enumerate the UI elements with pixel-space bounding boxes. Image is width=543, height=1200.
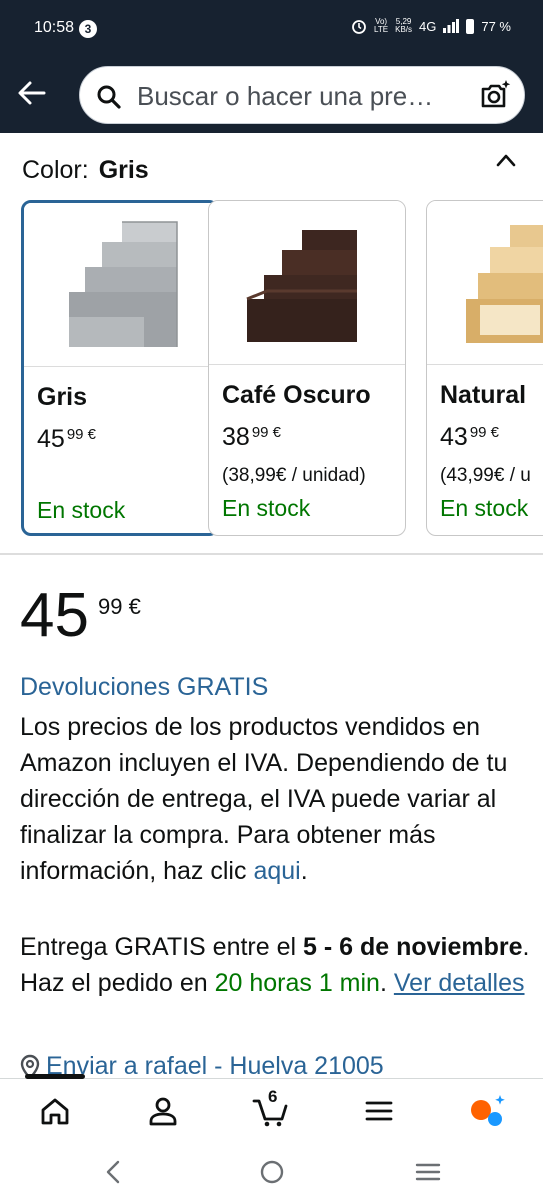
vat-info-link[interactable]: aqui [253, 857, 300, 885]
swatch-price: 38 99 € [222, 423, 282, 451]
active-tab-indicator [25, 1074, 85, 1079]
chevron-up-icon[interactable] [495, 152, 517, 168]
status-bar: 10:58 3 Vo) LTE 5,29 KB/s 4G 77 % [0, 0, 543, 60]
notification-count-badge: 3 [79, 20, 97, 38]
network-type: 4G [419, 18, 437, 34]
signal-icon [443, 19, 460, 33]
swatch-name: Gris [37, 383, 88, 411]
search-icon [97, 85, 121, 109]
system-recents-icon[interactable] [414, 1158, 442, 1186]
rufus-assistant-icon[interactable] [467, 1091, 507, 1131]
unit-price: (38,99€ / unidad) [222, 465, 366, 486]
price-whole: 45 [20, 581, 89, 650]
swatch-natural[interactable]: Natural 43 99 € (43,99€ / u En stock [426, 200, 543, 536]
battery-level: 77 % [481, 18, 511, 34]
swatch-price: 45 99 € [37, 425, 97, 453]
color-swatches[interactable]: Gris 45 99 € En stock Café Oscuro 38 99 € … [21, 200, 543, 536]
product-image-gris [24, 203, 216, 367]
home-icon[interactable] [35, 1091, 75, 1131]
system-home-icon[interactable] [258, 1158, 286, 1186]
app-header: Buscar o hacer una pre… [0, 60, 543, 133]
back-arrow-icon[interactable] [16, 78, 48, 108]
color-selector-label: Color: Gris [22, 156, 149, 185]
status-icons: Vo) LTE 5,29 KB/s 4G 77 % [351, 18, 511, 34]
price-fraction: 99 € [98, 594, 141, 619]
network-speed: 5,29 KB/s [395, 17, 413, 34]
delivery-info: Entrega GRATIS entre el 5 - 6 de noviemb… [20, 933, 530, 997]
system-navigation-bar [0, 1140, 543, 1200]
stock-status: En stock [222, 495, 311, 521]
camera-search-icon[interactable] [479, 79, 511, 111]
selected-color: Gris [98, 156, 149, 184]
delivery-dates: 5 - 6 de noviembre [303, 933, 523, 961]
alarm-icon [352, 20, 366, 34]
cart-button[interactable]: 6 [251, 1087, 291, 1131]
status-time: 10:58 [34, 19, 75, 36]
vat-info: Los precios de los productos vendidos en… [20, 713, 508, 885]
stock-status: En stock [37, 497, 126, 523]
stock-status: En stock [440, 495, 529, 521]
order-countdown: 20 horas 1 min [214, 969, 380, 997]
menu-icon[interactable] [359, 1091, 399, 1131]
product-image-cafe-oscuro [209, 201, 405, 365]
swatch-cafe-oscuro[interactable]: Café Oscuro 38 99 € (38,99€ / unidad) En … [208, 200, 406, 536]
volte-indicator: Vo) LTE [374, 17, 389, 34]
system-back-icon[interactable] [100, 1158, 128, 1186]
section-divider [0, 553, 543, 555]
unit-price: (43,99€ / u [440, 465, 531, 486]
swatch-name: Café Oscuro [222, 381, 371, 409]
swatch-name: Natural [440, 381, 527, 409]
free-returns-link[interactable]: Devoluciones GRATIS [20, 673, 268, 702]
cart-count: 6 [268, 1087, 278, 1106]
search-input[interactable]: Buscar o hacer una pre… [79, 66, 525, 124]
swatch-price: 43 99 € [440, 423, 500, 451]
bottom-navigation: 6 [0, 1074, 543, 1140]
battery-icon [466, 18, 475, 34]
delivery-details-link[interactable]: Ver detalles [394, 969, 525, 997]
account-icon[interactable] [143, 1091, 183, 1131]
swatch-gris[interactable]: Gris 45 99 € En stock [21, 200, 219, 536]
product-image-natural [427, 201, 543, 365]
ship-to-location[interactable]: Enviar a rafael - Huelva 21005 [20, 1052, 540, 1078]
color-label: Color: [22, 156, 89, 184]
ship-to-text: Enviar a rafael - Huelva 21005 [46, 1052, 384, 1078]
search-placeholder: Buscar o hacer una pre… [137, 81, 434, 111]
